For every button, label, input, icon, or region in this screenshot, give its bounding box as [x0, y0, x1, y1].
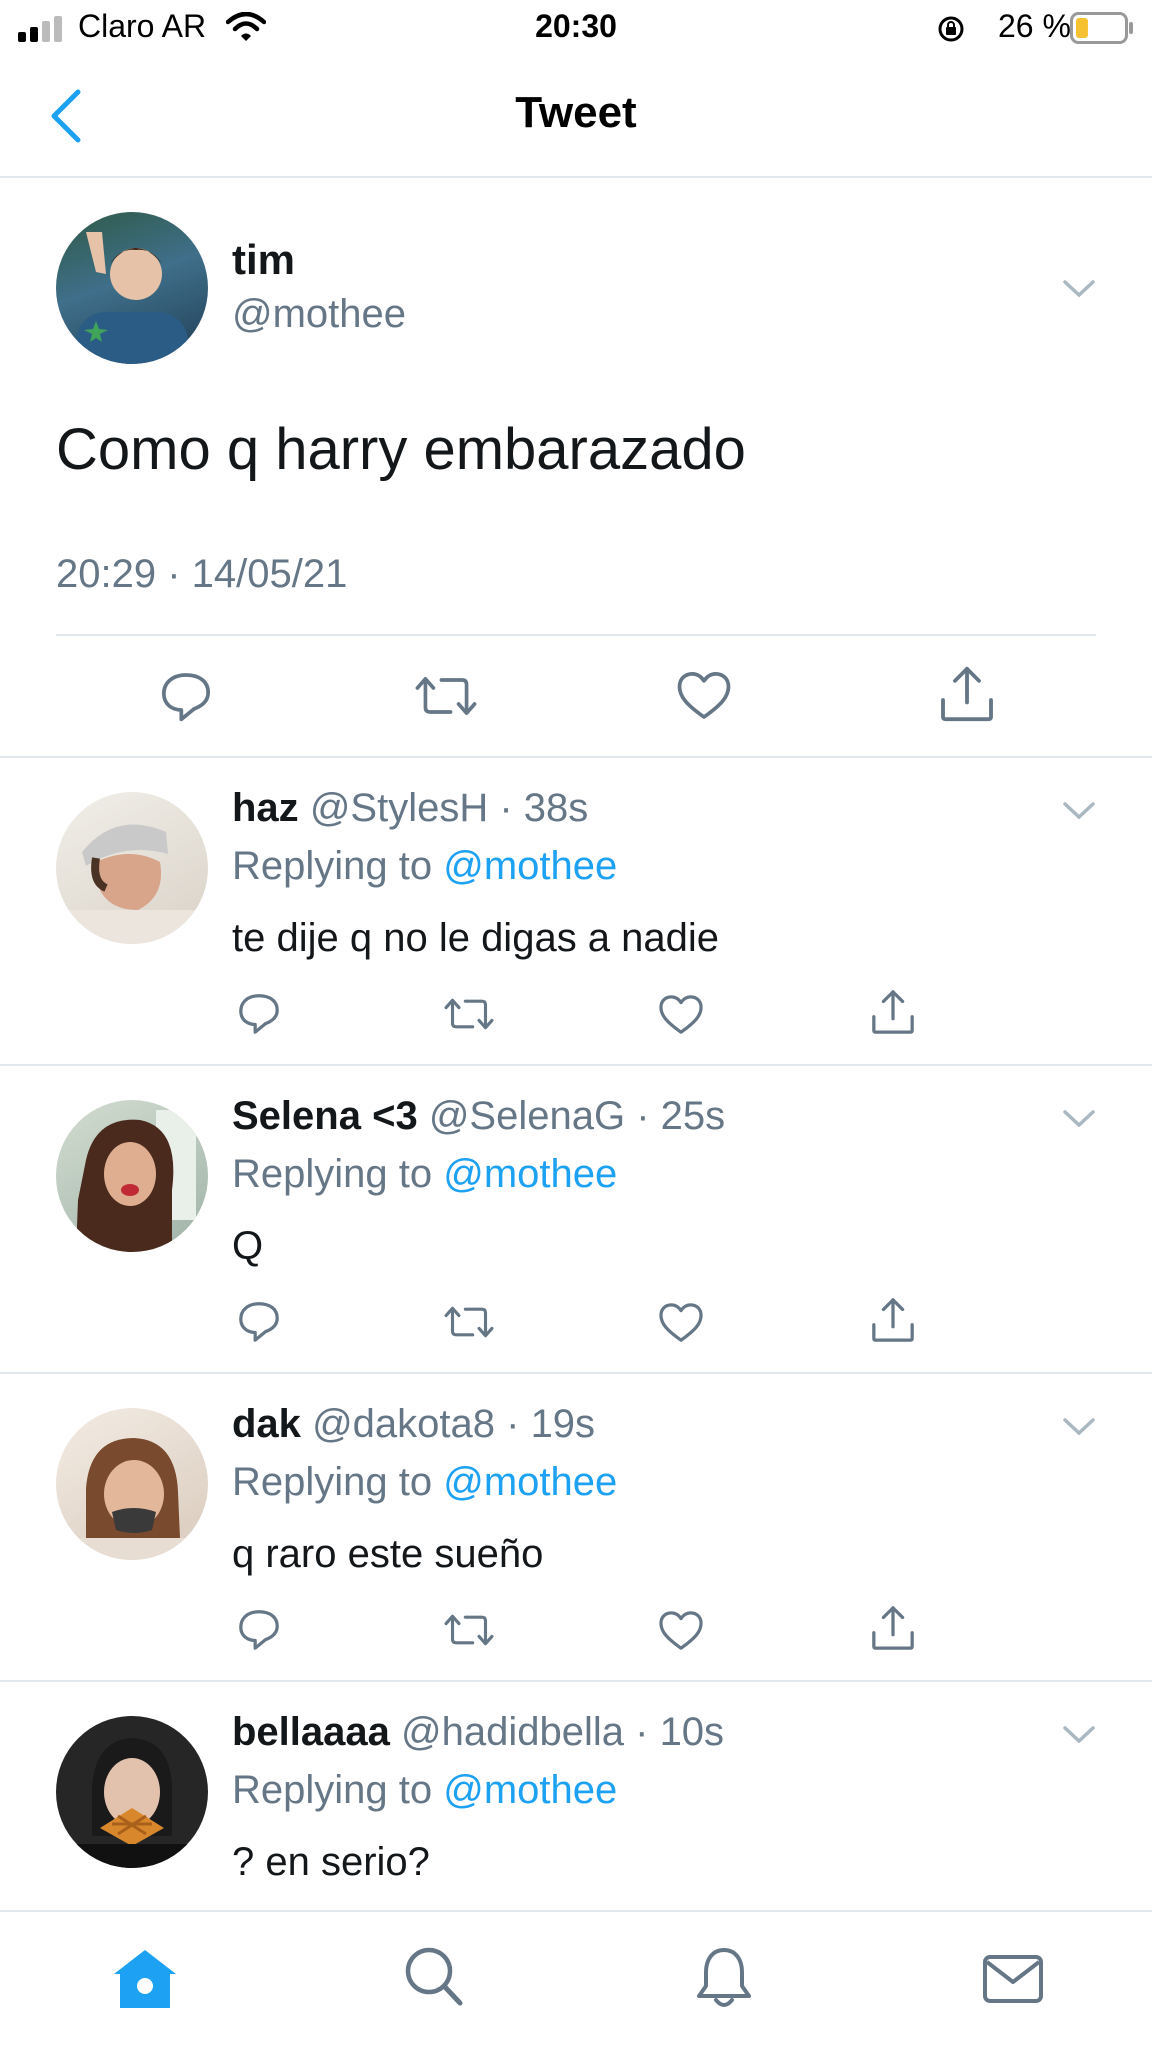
- nav-divider: [0, 176, 1152, 178]
- status-bar: Claro AR 20:30 26 %: [0, 0, 1152, 60]
- reply-divider: [0, 1372, 1152, 1374]
- display-name[interactable]: dak: [232, 1402, 301, 1446]
- reply-header: haz @StylesH · 38s: [232, 786, 588, 831]
- retweet-icon[interactable]: [442, 992, 496, 1036]
- replying-to: Replying to @mothee: [232, 844, 617, 889]
- handle[interactable]: @SelenaG: [429, 1094, 625, 1138]
- chevron-down-icon[interactable]: [1062, 1724, 1096, 1746]
- reply-age: 25s: [660, 1094, 726, 1138]
- replying-to-link[interactable]: @mothee: [443, 1768, 617, 1812]
- like-icon[interactable]: [658, 1610, 704, 1652]
- chevron-down-icon[interactable]: [1062, 1108, 1096, 1130]
- reply-divider: [0, 1064, 1152, 1066]
- reply-icon[interactable]: [158, 668, 214, 724]
- reply-text: q raro este sueño: [232, 1532, 544, 1576]
- retweet-icon[interactable]: [414, 668, 478, 724]
- reply-header: dak @dakota8 · 19s: [232, 1402, 595, 1447]
- like-icon[interactable]: [676, 670, 732, 722]
- replying-to: Replying to @mothee: [232, 1768, 617, 1813]
- replying-to: Replying to @mothee: [232, 1460, 617, 1505]
- share-icon[interactable]: [870, 1296, 916, 1344]
- like-icon[interactable]: [658, 994, 704, 1036]
- share-icon[interactable]: [870, 988, 916, 1036]
- avatar[interactable]: [56, 792, 208, 944]
- avatar-illustration: [56, 1438, 208, 1560]
- tab-bar: [0, 1910, 1152, 2050]
- page-title: Tweet: [515, 88, 637, 137]
- replying-prefix: Replying to: [232, 844, 433, 888]
- handle[interactable]: @hadidbella: [401, 1710, 624, 1754]
- tweet-text: Como q harry embarazado: [56, 417, 746, 482]
- handle[interactable]: @dakota8: [312, 1402, 495, 1446]
- separator-dot: ·: [488, 786, 524, 830]
- replying-prefix: Replying to: [232, 1768, 433, 1812]
- like-icon[interactable]: [658, 1302, 704, 1344]
- share-icon[interactable]: [938, 664, 996, 724]
- reply-age: 38s: [523, 786, 589, 830]
- separator-dot: ·: [625, 1094, 661, 1138]
- avatar-illustration: [76, 1110, 196, 1252]
- display-name[interactable]: bellaaaa: [232, 1710, 390, 1754]
- share-icon[interactable]: [870, 1604, 916, 1652]
- notifications-icon[interactable]: [694, 1946, 754, 2012]
- handle[interactable]: @mothee: [232, 292, 406, 337]
- battery-percentage: 26 %: [998, 8, 1071, 44]
- avatar[interactable]: [56, 212, 208, 364]
- display-name[interactable]: haz: [232, 786, 299, 830]
- reply-icon[interactable]: [236, 990, 282, 1036]
- replying-prefix: Replying to: [232, 1152, 433, 1196]
- reply-text: Q: [232, 1224, 264, 1268]
- rotation-lock-icon: [938, 16, 964, 42]
- tweet-timestamp: 20:29 · 14/05/21: [56, 552, 348, 596]
- reply-icon[interactable]: [236, 1298, 282, 1344]
- tweet-actions-divider: [56, 634, 1096, 636]
- reply-age: 10s: [659, 1710, 725, 1754]
- reply-divider: [0, 1680, 1152, 1682]
- chevron-down-icon[interactable]: [1062, 1416, 1096, 1438]
- reply-icon[interactable]: [236, 1606, 282, 1652]
- reply-header: bellaaaa @hadidbella · 10s: [232, 1710, 724, 1755]
- chevron-down-icon[interactable]: [1062, 278, 1096, 300]
- replying-to-link[interactable]: @mothee: [443, 1152, 617, 1196]
- avatar[interactable]: [56, 1408, 208, 1560]
- avatar-illustration: [76, 232, 188, 364]
- handle[interactable]: @StylesH: [310, 786, 488, 830]
- display-name[interactable]: Selena <3: [232, 1094, 418, 1138]
- reply-text: te dije q no le digas a nadie: [232, 916, 720, 960]
- reply-text: ? en serio?: [232, 1840, 430, 1884]
- battery-icon: [1070, 12, 1133, 44]
- avatar-illustration: [66, 824, 206, 944]
- separator-dot: ·: [624, 1710, 660, 1754]
- replying-to-link[interactable]: @mothee: [443, 844, 617, 888]
- tweet-divider: [0, 756, 1152, 758]
- retweet-icon[interactable]: [442, 1608, 496, 1652]
- search-icon[interactable]: [404, 1946, 464, 2008]
- replying-prefix: Replying to: [232, 1460, 433, 1504]
- separator-dot: ·: [495, 1402, 531, 1446]
- home-icon[interactable]: [112, 1948, 178, 2010]
- display-name[interactable]: tim: [232, 236, 295, 284]
- reply-age: 19s: [530, 1402, 596, 1446]
- replying-to: Replying to @mothee: [232, 1152, 617, 1197]
- clock: 20:30: [535, 8, 617, 44]
- chevron-down-icon[interactable]: [1062, 800, 1096, 822]
- reply-header: Selena <3 @SelenaG · 25s: [232, 1094, 725, 1139]
- replying-to-link[interactable]: @mothee: [443, 1460, 617, 1504]
- avatar[interactable]: [56, 1716, 208, 1868]
- avatar[interactable]: [56, 1100, 208, 1252]
- messages-icon[interactable]: [982, 1954, 1044, 2004]
- retweet-icon[interactable]: [442, 1300, 496, 1344]
- avatar-illustration: [56, 1738, 208, 1868]
